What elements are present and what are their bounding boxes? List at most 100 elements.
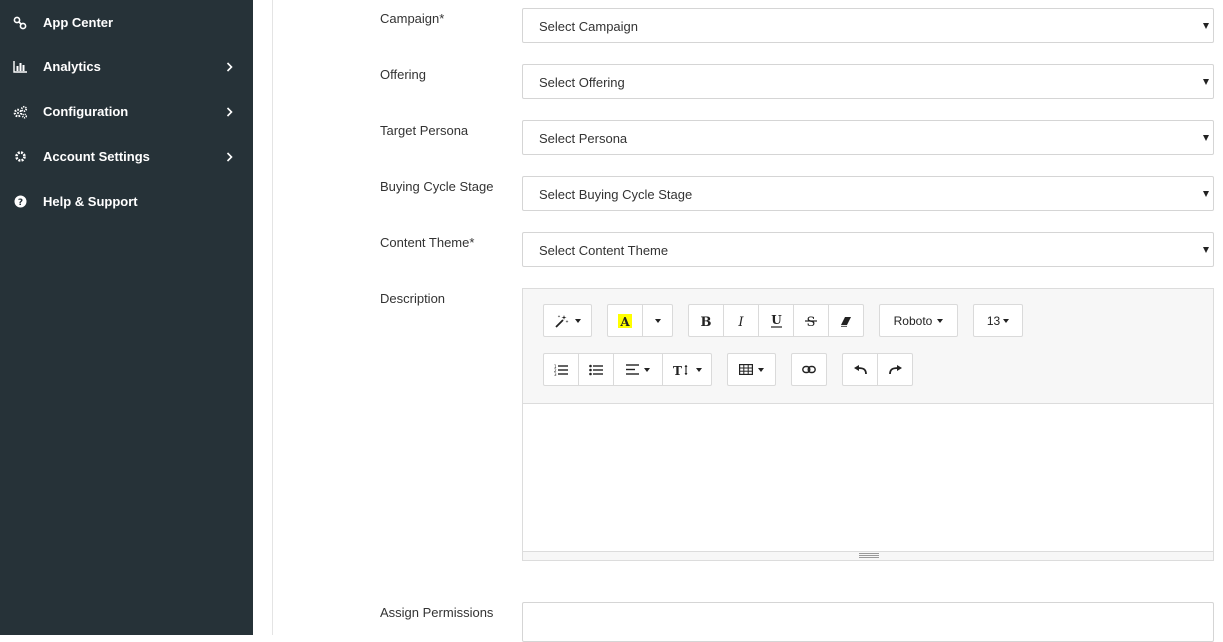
persona-select[interactable]: Select Persona [522,120,1214,155]
offering-select[interactable]: Select Offering [522,64,1214,99]
svg-text:B: B [701,315,712,327]
campaign-select[interactable]: Select Campaign [522,8,1214,43]
content-divider [272,0,273,635]
caret-down-icon [695,367,702,372]
bold-button[interactable]: B [688,304,724,337]
font-style-group: B I U S [688,304,864,337]
sidebar-item-help-support[interactable]: ? Help & Support [0,179,253,224]
eraser-icon [840,315,852,327]
sidebar-item-configuration[interactable]: Configuration [0,89,253,134]
editor-content-area[interactable] [523,404,1213,553]
svg-text:I: I [737,315,744,327]
underline-button[interactable]: U [758,304,794,337]
font-size-value: 13 [986,313,1001,328]
table-group [727,353,776,386]
assign-permissions-input[interactable] [522,602,1214,642]
caret-down-icon [937,318,944,323]
link-icon [12,15,28,31]
svg-text:U: U [771,313,782,327]
sidebar-item-label: App Center [43,15,114,30]
caret-down-icon [1003,318,1010,323]
italic-icon: I [735,314,747,327]
editor-toolbar: A B I U S Roboto 13 1 2 3 T [523,289,1213,404]
line-height-dropdown[interactable]: T [662,353,712,386]
content-theme-select[interactable]: Select Content Theme [522,232,1214,267]
magic-wand-icon [554,314,570,328]
editor-resize-handle[interactable] [523,551,1213,560]
question-circle-icon: ? [12,194,28,210]
bar-chart-icon [12,59,28,75]
sidebar: App Center Analytics Configuration Accou… [0,0,253,635]
assign-permissions-label: Assign Permissions [380,605,494,620]
svg-text:?: ? [17,198,22,208]
font-name-dropdown[interactable]: Roboto [879,304,958,337]
chevron-right-icon [224,106,234,118]
font-size-dropdown[interactable]: 13 [973,304,1023,337]
chevron-right-icon [224,151,234,163]
link-icon [802,365,816,374]
buying-cycle-stage-select[interactable]: Select Buying Cycle Stage [522,176,1214,211]
font-size-group: 13 [973,304,1023,337]
align-left-icon [626,364,639,375]
table-icon [739,364,753,375]
color-group: A [607,304,673,337]
style-magic-button[interactable] [543,304,592,337]
campaign-select-value: Select Campaign [539,19,638,34]
dropdown-caret-icon [1203,247,1209,253]
underline-icon: U [770,313,783,328]
sidebar-item-app-center[interactable]: App Center [0,0,253,45]
description-editor: A B I U S Roboto 13 1 2 3 T [522,288,1214,561]
ordered-list-button[interactable]: 123 [543,353,579,386]
grip-icon [859,553,879,558]
svg-text:A: A [619,315,630,328]
buying-cycle-stage-select-value: Select Buying Cycle Stage [539,187,693,202]
sidebar-item-label: Account Settings [43,149,150,164]
caret-down-icon [654,318,661,323]
sidebar-item-label: Configuration [43,104,129,119]
sidebar-item-label: Help & Support [43,194,138,209]
svg-text:T: T [673,364,682,376]
dropdown-caret-icon [1203,79,1209,85]
caret-down-icon [644,367,650,372]
cogs-icon [12,104,28,120]
font-color-icon: A [618,313,632,328]
caret-down-icon [575,318,581,323]
content-theme-select-value: Select Content Theme [539,243,669,258]
buying-cycle-stage-label: Buying Cycle Stage [380,179,494,194]
paragraph-align-dropdown[interactable] [613,353,663,386]
paragraph-group: 123 T [543,353,712,386]
unordered-list-button[interactable] [578,353,614,386]
font-name-value: Roboto [893,313,933,328]
sidebar-item-analytics[interactable]: Analytics [0,44,253,89]
style-group [543,304,592,337]
dropdown-caret-icon [1203,135,1209,141]
text-height-icon: T [673,364,691,376]
chevron-right-icon [224,61,234,73]
description-label: Description [380,291,446,306]
sidebar-item-account-settings[interactable]: Account Settings [0,134,253,179]
history-group [842,353,913,386]
caret-down-icon [758,367,764,372]
dropdown-caret-icon [1203,23,1209,29]
table-dropdown[interactable] [727,353,776,386]
offering-label: Offering [380,67,427,82]
recent-color-button[interactable]: A [607,304,643,337]
redo-button[interactable] [877,353,913,386]
strikethrough-button[interactable]: S [793,304,829,337]
gear-icon [12,149,28,165]
campaign-label: Campaign* [380,11,445,26]
strikethrough-icon: S [805,314,817,327]
svg-text:3: 3 [554,372,557,376]
sidebar-item-label: Analytics [43,59,101,74]
unordered-list-icon [589,364,603,376]
italic-button[interactable]: I [723,304,759,337]
redo-icon [888,364,902,375]
insert-link-button[interactable] [791,353,827,386]
clear-format-button[interactable] [828,304,864,337]
undo-icon [853,364,867,375]
target-persona-label: Target Persona [380,123,469,138]
undo-button[interactable] [842,353,878,386]
font-name-group: Roboto [879,304,958,337]
color-dropdown-button[interactable] [642,304,673,337]
bold-icon: B [700,314,712,327]
